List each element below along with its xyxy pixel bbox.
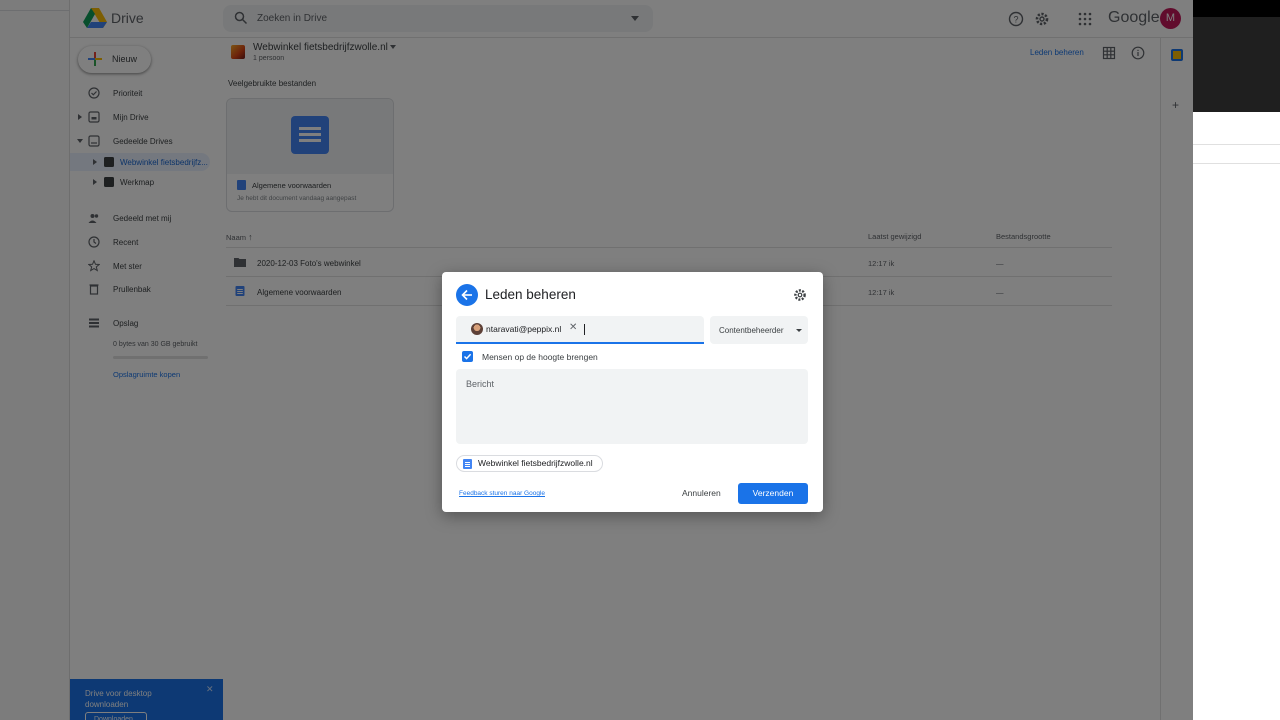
shared-drive-chip: Webwinkel fietsbedrijfzwolle.nl <box>456 455 603 472</box>
remove-person-icon[interactable]: ✕ <box>569 322 577 333</box>
notify-checkbox[interactable] <box>462 351 473 362</box>
notify-label[interactable]: Mensen op de hoogte brengen <box>482 352 598 362</box>
shared-drive-chip-label: Webwinkel fietsbedrijfzwolle.nl <box>478 458 593 468</box>
role-label: Contentbeheerder <box>719 326 784 335</box>
check-icon <box>463 353 472 360</box>
role-dropdown[interactable]: Contentbeheerder <box>710 316 808 344</box>
send-button[interactable]: Verzenden <box>738 483 808 504</box>
settings-icon[interactable] <box>793 288 807 302</box>
text-caret <box>584 324 585 335</box>
back-button[interactable] <box>456 284 478 306</box>
person-avatar <box>471 323 483 335</box>
shared-drive-icon <box>463 459 472 469</box>
arrow-back-icon <box>461 289 472 301</box>
person-email: ntaravati@peppix.nl <box>486 324 562 334</box>
cancel-button[interactable]: Annuleren <box>682 488 721 498</box>
manage-members-dialog: Leden beheren ntaravati@peppix.nl ✕ Cont… <box>442 272 823 512</box>
browser-right-edge <box>1193 0 1280 720</box>
dialog-title: Leden beheren <box>485 287 576 302</box>
feedback-link[interactable]: Feedback sturen naar Google <box>459 490 545 497</box>
people-input[interactable]: ntaravati@peppix.nl ✕ <box>456 316 704 344</box>
message-input[interactable] <box>456 369 808 444</box>
chevron-down-icon <box>796 329 802 332</box>
